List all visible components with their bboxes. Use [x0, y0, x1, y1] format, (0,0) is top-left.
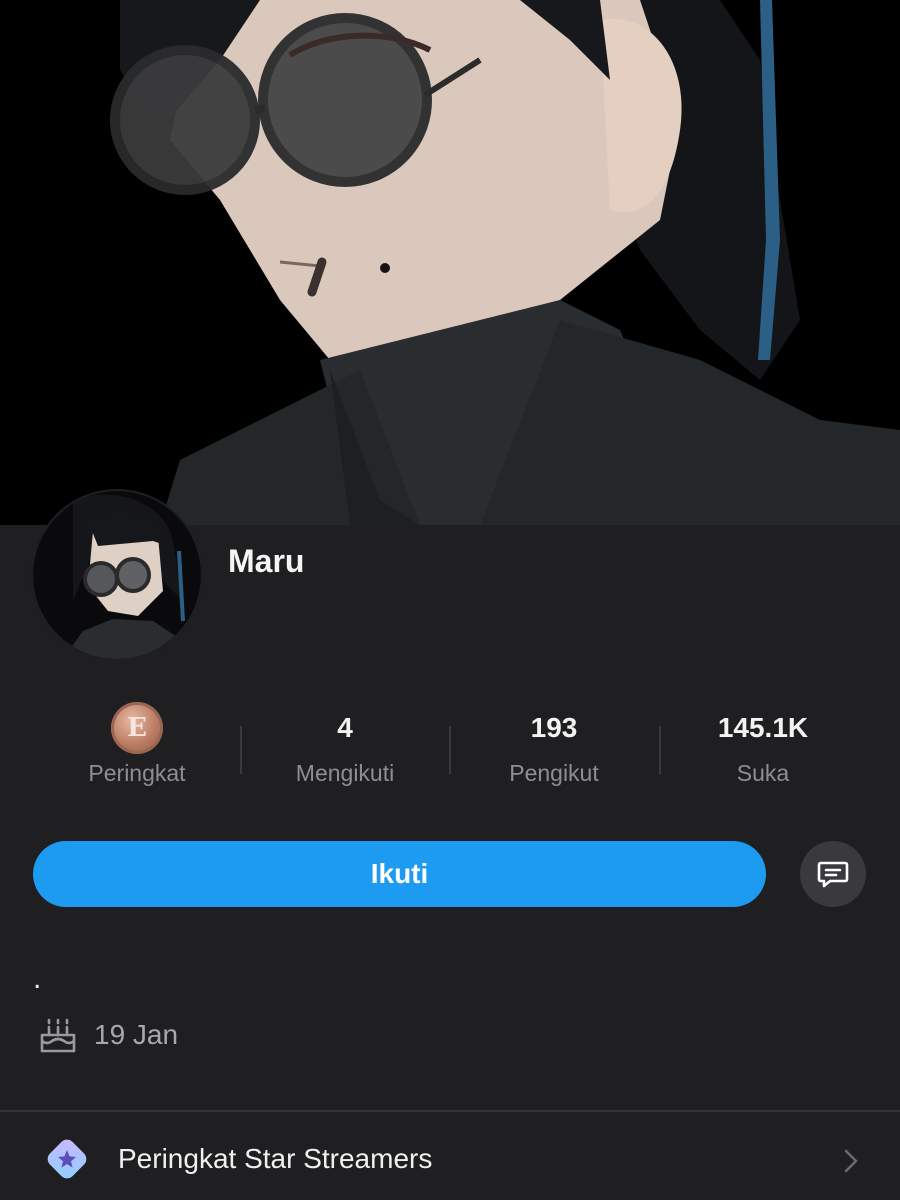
bio-text: .	[33, 962, 42, 995]
chevron-right-icon	[844, 1149, 858, 1173]
follow-button[interactable]: Ikuti	[33, 841, 766, 907]
stat-value: 145.1K	[717, 712, 809, 743]
stat-rank[interactable]: E Peringkat	[33, 700, 241, 800]
stats-bar: E Peringkat 4 Mengikuti 193 Pengikut 145…	[33, 700, 867, 800]
display-name: Maru	[228, 543, 305, 579]
message-button[interactable]	[800, 841, 866, 907]
star-streamers-icon	[47, 1139, 87, 1179]
stat-label: Peringkat	[88, 760, 186, 786]
stat-value: 4	[337, 712, 353, 743]
stat-following[interactable]: 4 Mengikuti	[241, 700, 449, 800]
message-icon	[817, 861, 849, 888]
rank-letter: E	[127, 713, 147, 743]
stat-label: Suka	[736, 760, 790, 786]
stat-label: Mengikuti	[295, 760, 395, 786]
birthday-row: 19 Jan	[38, 1012, 178, 1058]
avatar[interactable]	[33, 491, 201, 659]
stat-label: Pengikut	[509, 760, 599, 786]
rank-badge-icon: E	[111, 702, 163, 754]
cover-image	[0, 0, 900, 525]
stat-followers[interactable]: 193 Pengikut	[450, 700, 658, 800]
menu-item-label: Peringkat Star Streamers	[118, 1143, 433, 1174]
stat-likes[interactable]: 145.1K Suka	[659, 700, 867, 800]
cake-icon	[40, 1018, 76, 1053]
menu-item-star-streamers[interactable]: Peringkat Star Streamers	[0, 1112, 900, 1200]
stat-value: 193	[530, 712, 578, 743]
birthday-text: 19 Jan	[94, 1019, 179, 1050]
